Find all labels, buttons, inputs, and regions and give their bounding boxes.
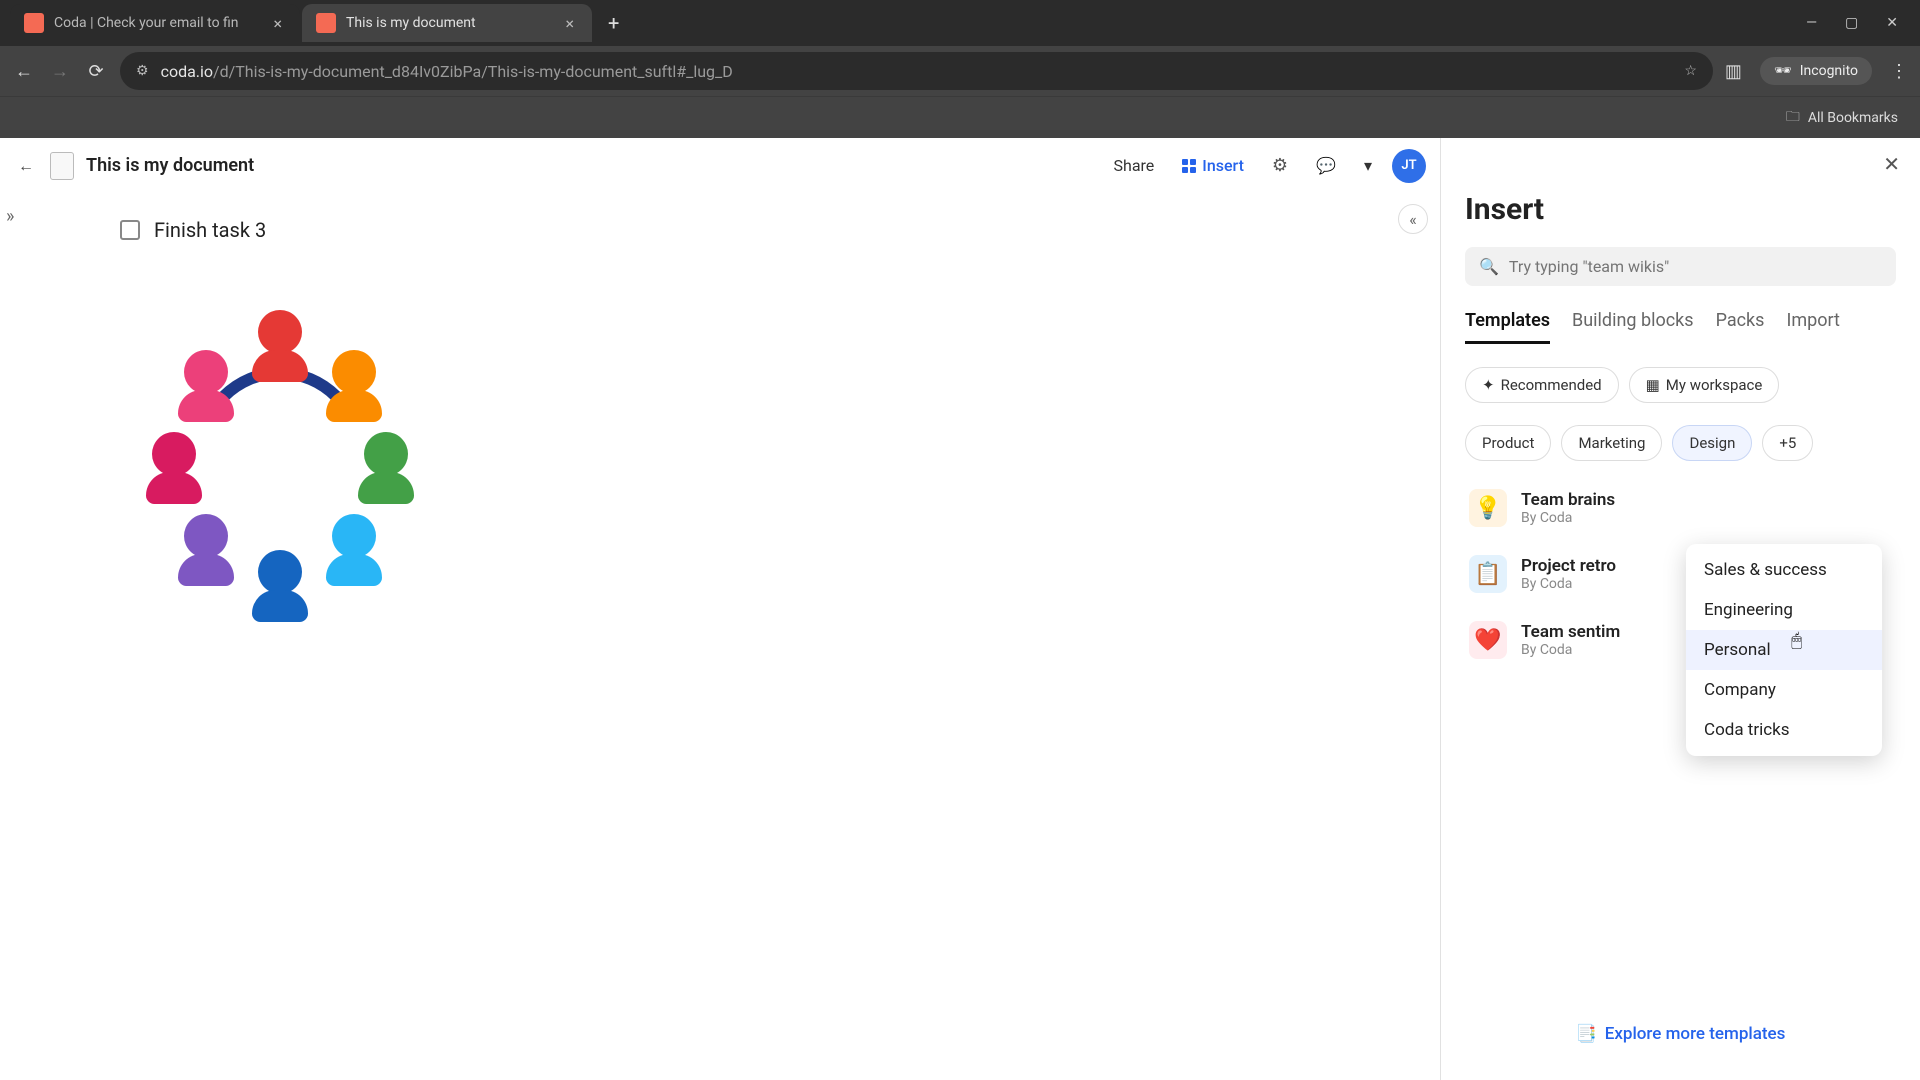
folder-icon: 🗀 [1786,106,1800,130]
tab-title: Coda | Check your email to fin [54,15,269,31]
user-avatar[interactable]: JT [1392,149,1426,183]
menu-icon[interactable]: ⋮ [1890,61,1908,82]
address-row: ← → ⟳ ⚙ coda.io/d/This-is-my-document_d8… [0,46,1920,96]
tab-favicon-icon [24,13,44,33]
chip-product[interactable]: Product [1465,425,1551,461]
chip-more[interactable]: +5 [1762,425,1813,461]
checkbox[interactable] [120,220,140,240]
back-icon[interactable]: ← [12,61,36,82]
url-text: coda.io/d/This-is-my-document_d84Iv0ZibP… [161,62,1673,81]
incognito-label: Incognito [1800,63,1858,79]
dropdown-item-engineering[interactable]: Engineering [1686,590,1882,630]
tab-templates[interactable]: Templates [1465,310,1550,344]
chip-my-workspace[interactable]: ▦My workspace [1629,367,1780,403]
category-dropdown: Sales & success Engineering Personal Com… [1686,544,1882,756]
tab-title: This is my document [346,15,561,31]
search-input[interactable] [1509,257,1882,276]
tab-packs[interactable]: Packs [1716,310,1765,344]
insert-panel: ✕ Insert 🔍 Templates Building blocks Pac… [1440,138,1920,1080]
settings-gear-icon[interactable]: ⚙ [1264,149,1296,182]
browser-tab[interactable]: Coda | Check your email to fin × [10,4,300,42]
chevron-down-icon[interactable]: ▾ [1356,150,1380,181]
collapse-panel-icon[interactable]: « [1398,204,1428,234]
document-area: ← This is my document Share Insert ⚙ 💬 ▾… [0,138,1440,1080]
bookmark-star-icon[interactable]: ☆ [1684,63,1697,79]
doc-title[interactable]: This is my document [86,155,254,176]
chip-recommended[interactable]: ✦Recommended [1465,367,1619,403]
task-label[interactable]: Finish task 3 [154,218,266,242]
template-icon: ❤️ [1469,621,1507,659]
incognito-icon: 🕶 [1774,63,1792,79]
chip-marketing[interactable]: Marketing [1561,425,1662,461]
browser-chrome: Coda | Check your email to fin × This is… [0,0,1920,138]
search-box[interactable]: 🔍 [1465,247,1896,286]
close-panel-icon[interactable]: ✕ [1883,152,1900,176]
template-title: Team brains [1521,490,1615,510]
search-icon: 🔍 [1479,257,1499,276]
incognito-chip[interactable]: 🕶 Incognito [1760,57,1872,85]
team-circle-image [120,302,440,602]
sparkle-icon: ✦ [1482,376,1495,394]
template-title: Team sentim [1521,622,1620,642]
tab-favicon-icon [316,13,336,33]
reload-icon[interactable]: ⟳ [84,61,108,82]
dropdown-item-personal[interactable]: Personal [1686,630,1882,670]
chip-row-2: Product Marketing Design +5 [1465,425,1896,461]
doc-back-icon[interactable]: ← [14,154,38,178]
explore-icon: 📑 [1576,1024,1597,1044]
toolbar-icons: ▥ 🕶 Incognito ⋮ [1725,57,1908,85]
comment-icon[interactable]: 💬 [1308,150,1344,181]
maximize-icon[interactable]: ▢ [1845,15,1858,31]
tab-building-blocks[interactable]: Building blocks [1572,310,1694,344]
template-icon: 📋 [1469,555,1507,593]
address-bar[interactable]: ⚙ coda.io/d/This-is-my-document_d84Iv0Zi… [120,52,1713,90]
close-window-icon[interactable]: ✕ [1886,15,1898,31]
minimize-icon[interactable]: — [1806,15,1817,31]
panel-title: Insert [1465,192,1896,227]
document-icon[interactable] [50,152,74,180]
panel-icon[interactable]: ▥ [1725,61,1742,82]
template-byline: By Coda [1521,576,1616,592]
task-row: Finish task 3 [120,218,1440,242]
workspace-icon: ▦ [1646,376,1660,394]
close-icon[interactable]: × [561,14,578,33]
dropdown-item-coda-tricks[interactable]: Coda tricks [1686,710,1882,750]
bookmarks-bar: 🗀 All Bookmarks [0,96,1920,138]
site-settings-icon[interactable]: ⚙ [136,63,149,79]
template-byline: By Coda [1521,510,1615,526]
dropdown-item-company[interactable]: Company [1686,670,1882,710]
insert-label: Insert [1202,156,1244,175]
template-byline: By Coda [1521,642,1620,658]
explore-templates-link[interactable]: 📑 Explore more templates [1465,1006,1896,1062]
all-bookmarks-link[interactable]: All Bookmarks [1808,110,1898,126]
window-controls: — ▢ ✕ [1806,15,1920,31]
chip-design[interactable]: Design [1672,425,1752,461]
browser-tab-active[interactable]: This is my document × [302,4,592,42]
doc-body[interactable]: » « Finish task 3 [0,194,1440,1080]
app-body: ← This is my document Share Insert ⚙ 💬 ▾… [0,138,1920,1080]
dropdown-item-sales[interactable]: Sales & success [1686,550,1882,590]
template-icon: 💡 [1469,489,1507,527]
expand-sidebar-icon[interactable]: » [6,206,30,230]
panel-tabs: Templates Building blocks Packs Import [1465,310,1896,345]
new-tab-button[interactable]: + [594,11,633,35]
insert-grid-icon [1182,159,1196,173]
tab-bar: Coda | Check your email to fin × This is… [0,0,1920,46]
insert-button[interactable]: Insert [1174,150,1252,181]
share-button[interactable]: Share [1106,150,1163,181]
template-item[interactable]: 💡 Team brains By Coda [1465,475,1896,541]
forward-icon: → [48,61,72,82]
template-title: Project retro [1521,556,1616,576]
close-icon[interactable]: × [269,14,286,33]
tab-import[interactable]: Import [1786,310,1839,344]
doc-header: ← This is my document Share Insert ⚙ 💬 ▾… [0,138,1440,194]
chip-row-1: ✦Recommended ▦My workspace [1465,367,1896,403]
